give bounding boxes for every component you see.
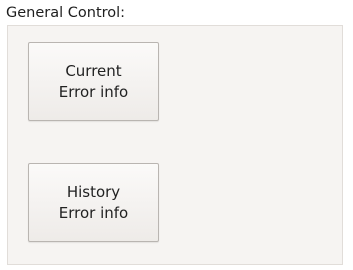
history-error-info-label-line2: Error info [58,203,129,222]
current-error-info-label-line1: Current [65,61,122,80]
history-error-info-label-line1: History [66,182,121,201]
general-control-title: General Control: [6,5,126,21]
current-error-info-label-line2: Error info [58,82,129,101]
history-error-info-button[interactable]: History Error info [28,163,159,242]
current-error-info-button[interactable]: Current Error info [28,42,159,121]
